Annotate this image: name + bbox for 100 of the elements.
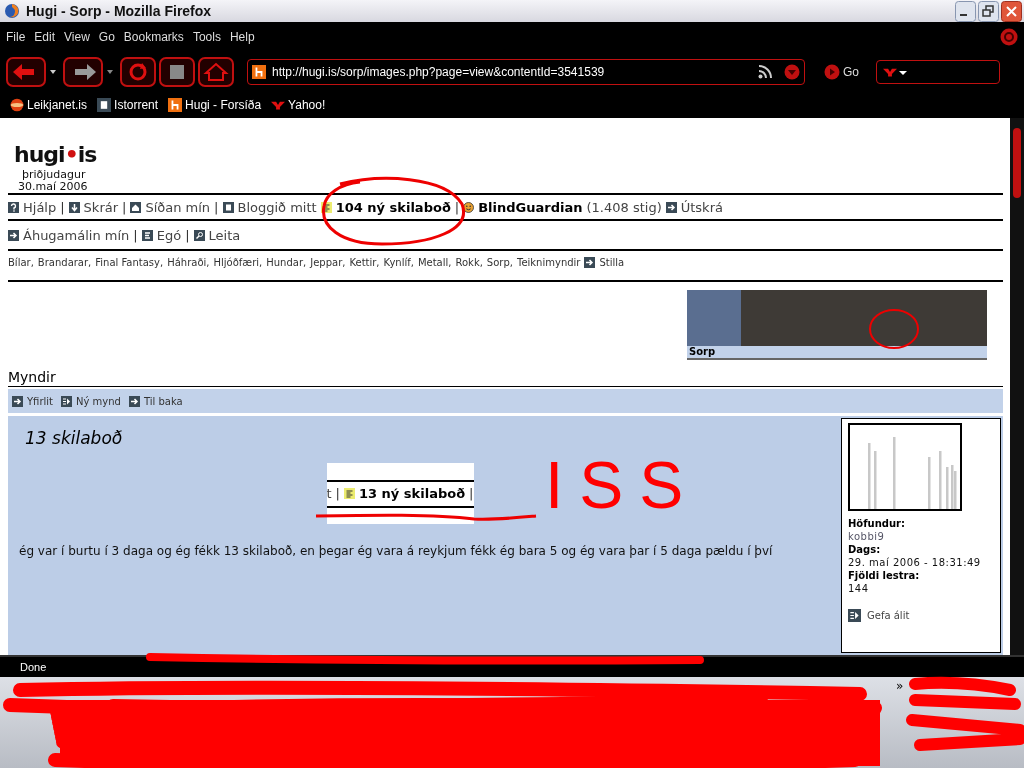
- category-link[interactable]: Kynlíf,: [383, 257, 414, 268]
- menu-item[interactable]: Help: [229, 30, 255, 44]
- category-link[interactable]: Teiknimyndir: [516, 257, 581, 268]
- category-link[interactable]: Hljóðfæri,: [213, 257, 263, 268]
- separator: |: [122, 199, 127, 215]
- dropdown-caret-icon: [50, 70, 56, 74]
- help-icon: [8, 201, 19, 213]
- category-link[interactable]: Hundar,: [266, 257, 307, 268]
- category-link[interactable]: Sorp,: [486, 257, 513, 268]
- smiley-icon: [463, 201, 475, 213]
- nav-link[interactable]: 104 ný skilaboð: [335, 199, 451, 215]
- arrow-icon: [128, 395, 140, 407]
- nav-link[interactable]: 13 ný skilaboð: [359, 486, 466, 501]
- restore-button[interactable]: [978, 0, 999, 22]
- date-text: 30.maí 2006: [18, 181, 89, 193]
- post-title: 13 skilaboð: [25, 428, 124, 448]
- settings-link[interactable]: Stilla: [599, 257, 625, 268]
- nav-link[interactable]: Síðan mín: [145, 199, 211, 215]
- firefox-logo-icon: [4, 3, 20, 19]
- arrow-icon: [8, 229, 19, 241]
- arrow-icon: [584, 257, 596, 268]
- address-field[interactable]: http://hugi.is/sorp/images.php?page=view&contentId=3541539: [247, 59, 805, 85]
- lines-icon: [141, 229, 153, 241]
- nav-link[interactable]: Áhugamálin mín: [23, 227, 130, 243]
- nav-text: t: [326, 486, 332, 501]
- down-arrow-icon: [68, 201, 80, 213]
- nav-link[interactable]: Skrár: [83, 199, 119, 215]
- category-link[interactable]: Kettir,: [349, 257, 380, 268]
- separator: |: [335, 486, 340, 501]
- globe-icon: [10, 98, 24, 112]
- home-button[interactable]: [198, 57, 234, 87]
- category-link[interactable]: Bílar,: [8, 257, 34, 268]
- category-link[interactable]: Metall,: [417, 257, 452, 268]
- tile-icon: [222, 201, 234, 213]
- menu-item[interactable]: Tools: [192, 30, 221, 44]
- stop-button[interactable]: [159, 57, 195, 87]
- bookmark-link[interactable]: Leikjanet.is: [27, 98, 88, 112]
- hugi-logo: hugi•is: [14, 142, 98, 167]
- forward-button[interactable]: [63, 57, 103, 87]
- category-link[interactable]: Final Fantasy,: [95, 257, 164, 268]
- nav-link[interactable]: Hjálp: [23, 199, 57, 215]
- banner-caption: Sorp: [687, 346, 987, 360]
- handwritten-text: ISS: [545, 448, 700, 522]
- separator: |: [133, 227, 138, 243]
- minimize-button[interactable]: [955, 0, 976, 22]
- menu-item[interactable]: Go: [98, 30, 115, 44]
- dropdown-caret-icon: [899, 68, 907, 76]
- search-field[interactable]: [876, 60, 1000, 84]
- date-value: 29. maí 2006 - 18:31:49: [848, 556, 982, 569]
- author-link[interactable]: kobbi9: [848, 530, 994, 543]
- nav-link[interactable]: BlindGuardian: [478, 199, 583, 215]
- menu-item[interactable]: File: [6, 30, 26, 44]
- arrow-icon: [12, 395, 23, 407]
- feedback-link[interactable]: Gefa álit: [867, 610, 910, 621]
- scroll-thumb[interactable]: [1013, 128, 1021, 198]
- separator: |: [469, 486, 474, 501]
- menu-item[interactable]: Bookmarks: [123, 30, 184, 44]
- bookmark-link[interactable]: Hugi - Forsíða: [185, 98, 262, 112]
- separator: |: [454, 199, 460, 215]
- go-button[interactable]: Go: [843, 65, 859, 79]
- category-link[interactable]: Jeppar,: [310, 257, 346, 268]
- overflow-chevron[interactable]: »: [896, 679, 904, 693]
- menu-item[interactable]: Edit: [34, 30, 56, 44]
- bookmark-link[interactable]: Istorrent: [114, 98, 159, 112]
- arrow-icon: [665, 201, 677, 213]
- category-link[interactable]: Rokk,: [455, 257, 483, 268]
- tile-icon: [97, 98, 112, 112]
- menu-item[interactable]: View: [64, 30, 90, 44]
- field-label: Höfundur:: [848, 517, 907, 530]
- note-icon: [320, 201, 332, 213]
- nav-link[interactable]: Egó: [156, 227, 182, 243]
- play-icon: [824, 64, 840, 80]
- reload-button[interactable]: [120, 57, 156, 87]
- banner-panel: [687, 290, 741, 346]
- category-link[interactable]: Háhraði,: [167, 257, 210, 268]
- note-icon: [344, 488, 355, 499]
- status-text: Done: [20, 661, 47, 673]
- field-label: Fjöldi lestra:: [848, 569, 921, 582]
- nav-link[interactable]: Til baka: [143, 395, 183, 407]
- close-button[interactable]: [1001, 0, 1022, 22]
- nav-link[interactable]: Leita: [208, 227, 241, 243]
- h-tile-icon: [252, 65, 266, 79]
- throbber-icon: [1000, 28, 1018, 46]
- nav-text: (1.408 stig): [586, 199, 662, 215]
- back-button[interactable]: [6, 57, 46, 87]
- nav-link[interactable]: Útskrá: [680, 199, 723, 215]
- nav-link[interactable]: Ný mynd: [76, 395, 121, 407]
- separator: |: [214, 199, 219, 215]
- bookmark-link[interactable]: Yahoo!: [288, 98, 326, 112]
- separator: |: [60, 199, 65, 215]
- category-link[interactable]: Brandarar,: [37, 257, 92, 268]
- read-count: 144: [848, 582, 870, 595]
- nav-link[interactable]: Bloggið mitt: [237, 199, 317, 215]
- home-icon: [130, 201, 142, 213]
- scrollbar[interactable]: [1010, 118, 1024, 655]
- separator: |: [185, 227, 190, 243]
- section-heading: Myndir: [8, 369, 1003, 387]
- nav-link[interactable]: Yfirlit: [27, 395, 53, 407]
- weekday-text: þriðjudagur: [22, 169, 87, 181]
- post-text: ég var í burtu í 3 daga og ég fékk 13 skilaboð, en þegar ég vara á reykjum fékk ég bara 5 og ég vara þar í 5 daga pældu í því: [19, 544, 774, 558]
